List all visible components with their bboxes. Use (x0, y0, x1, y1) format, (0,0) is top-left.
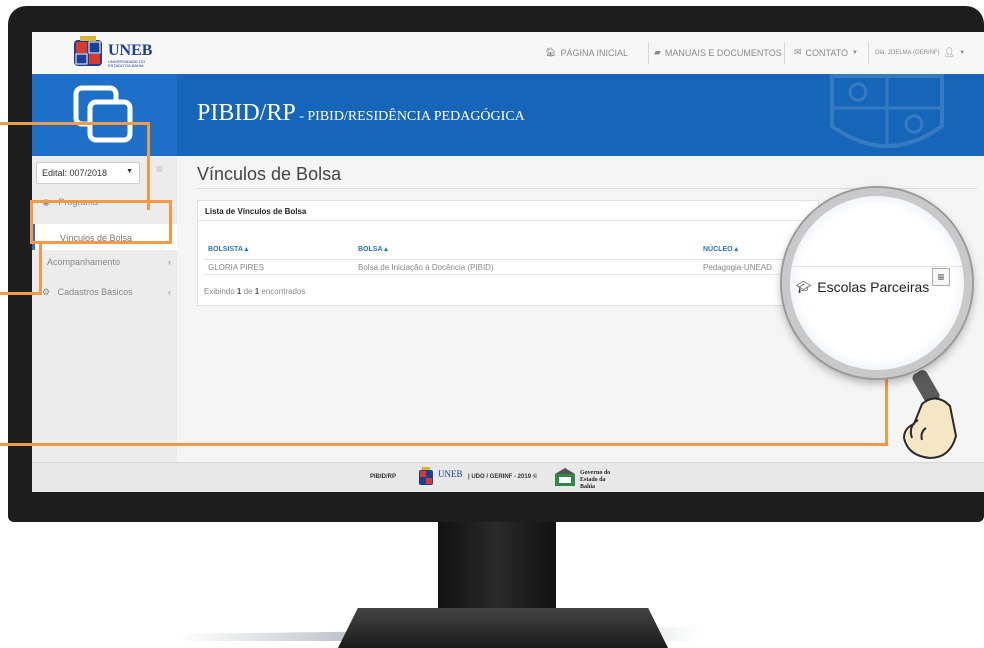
table-header-rule (204, 259, 812, 260)
nav-divider (784, 42, 785, 64)
brand-name: UNEB (108, 42, 153, 59)
divider (790, 266, 964, 267)
header-title-sub: - PIBID/RESIDÊNCIA PEDAGÓGICA (295, 109, 525, 124)
cell-nucleo: Pedagogia-UNEAD (703, 263, 772, 272)
sidebar-item-cadastros-basicos[interactable]: ⚙ Cadastros Básicos ‹ (32, 280, 177, 302)
bahia-government-icon (555, 468, 575, 486)
cell-bolsista[interactable]: GLORIA PIRES (208, 263, 264, 272)
uneb-shield-icon (419, 467, 433, 485)
count-prefix: Exibindo (204, 287, 237, 296)
count-suffix: encontrados (259, 287, 306, 296)
callout-line (885, 368, 888, 446)
caret-down-icon: ▼ (959, 49, 966, 56)
callout-line (0, 292, 42, 295)
nav-divider (868, 42, 869, 64)
chevron-left-icon: ‹ (168, 287, 171, 297)
column-header-bolsista[interactable]: BOLSISTA ▴ (208, 245, 248, 253)
callout-highlight-vinculos (30, 200, 172, 244)
callout-line (0, 443, 888, 446)
footer: PIBID/RP UNEB | UDO / GERINF - 2019 © Go… (32, 462, 984, 492)
result-count: Exibindo 1 de 1 encontrados (204, 287, 305, 296)
footer-credit: | UDO / GERINF - 2019 © (468, 474, 538, 480)
brand-subtitle: UNIVERSIDADE DO ESTADO DA BAHIA (108, 59, 146, 68)
edital-select-value: Edital: 007/2018 (42, 168, 108, 178)
column-header-nucleo[interactable]: NÚCLEO ▴ (703, 245, 738, 253)
banner-logo-area (32, 74, 177, 156)
callout-line (147, 122, 150, 210)
uneb-logo[interactable]: UNEB UNIVERSIDADE DO ESTADO DA BAHIA (72, 36, 168, 70)
footer-government: Governo do Estado da Bahia (580, 470, 611, 490)
envelope-icon: ✉ (794, 47, 802, 57)
page-title: Vínculos de Bolsa (197, 164, 342, 184)
sidebar-item-label: Cadastros Básicos (57, 287, 133, 297)
header-banner: PIBID/RP - PIBID/RESIDÊNCIA PEDAGÓGICA (32, 74, 984, 156)
menu-item-label: Escolas Parceiras (817, 279, 930, 295)
nav-contact[interactable]: ✉ CONTATO ▼ (794, 47, 858, 58)
chevron-left-icon: ‹ (168, 257, 171, 267)
cell-bolsa: Bolsa de Iniciação à Docência (PIBID) (358, 263, 494, 272)
uneb-shield-icon (74, 36, 102, 66)
column-header-label: BOLSISTA (208, 246, 243, 253)
magnifier-lens: ≡ 🎓︎ Escolas Parceiras (782, 188, 972, 378)
top-bar: UNEB UNIVERSIDADE DO ESTADO DA BAHIA 🏠︎ … (32, 32, 984, 75)
page-header-title: PIBID/RP - PIBID/RESIDÊNCIA PEDAGÓGICA (197, 100, 525, 127)
monitor-base (338, 608, 668, 648)
crest-watermark-icon (830, 74, 944, 148)
count-mid: de (241, 287, 255, 296)
user-icon: 👤︎ (943, 47, 956, 57)
footer-uneb: UNEB (438, 469, 463, 479)
caret-down-icon: ▼ (126, 168, 133, 175)
user-menu[interactable]: Olá, JOELMA (GERINF) 👤︎ ▼ (875, 47, 965, 58)
monitor-stand (438, 522, 556, 614)
callout-line (39, 244, 42, 294)
sidebar-item-acompanhamento[interactable]: Acompanhamento ‹ (32, 250, 177, 272)
list-panel: Lista de Vínculos de Bolsa BOLSISTA ▴ BO… (197, 200, 819, 306)
nav-home[interactable]: 🏠︎ PÁGINA INICIAL (545, 47, 628, 58)
home-icon: 🏠︎ (545, 47, 557, 57)
gear-icon: ⚙ (42, 287, 51, 297)
caret-down-icon: ▼ (852, 49, 858, 56)
user-greeting: Olá, JOELMA (GERINF) (875, 49, 940, 56)
book-icon: ▰ (654, 47, 661, 57)
nav-manuals[interactable]: ▰ MANUAIS E DOCUMENTOS (654, 47, 782, 58)
panel-title: Lista de Vínculos de Bolsa (198, 201, 818, 221)
windows-icon (73, 85, 133, 143)
menu-item-escolas-parceiras[interactable]: 🎓︎ Escolas Parceiras (790, 274, 964, 300)
column-header-bolsa[interactable]: BOLSA ▴ (358, 245, 388, 253)
nav-divider (648, 42, 649, 64)
header-title-main: PIBID/RP (197, 100, 296, 126)
table-row-rule (204, 274, 812, 275)
callout-line (0, 122, 150, 125)
column-header-label: NÚCLEO (703, 246, 733, 253)
nav-manuals-label: MANUAIS E DOCUMENTOS (664, 47, 782, 58)
edital-select[interactable]: Edital: 007/2018 ▼ (36, 162, 140, 184)
hand-pointer-icon (902, 370, 958, 460)
sidebar-item-label: Acompanhamento (47, 257, 121, 267)
column-header-label: BOLSA (358, 246, 383, 253)
footer-app-name: PIBID/RP (370, 474, 397, 480)
graduation-cap-icon: 🎓︎ (796, 280, 812, 294)
nav-contact-label: CONTATO (805, 47, 849, 58)
sidebar-toggle-icon[interactable]: ≡ (156, 162, 163, 176)
nav-home-label: PÁGINA INICIAL (560, 47, 628, 58)
